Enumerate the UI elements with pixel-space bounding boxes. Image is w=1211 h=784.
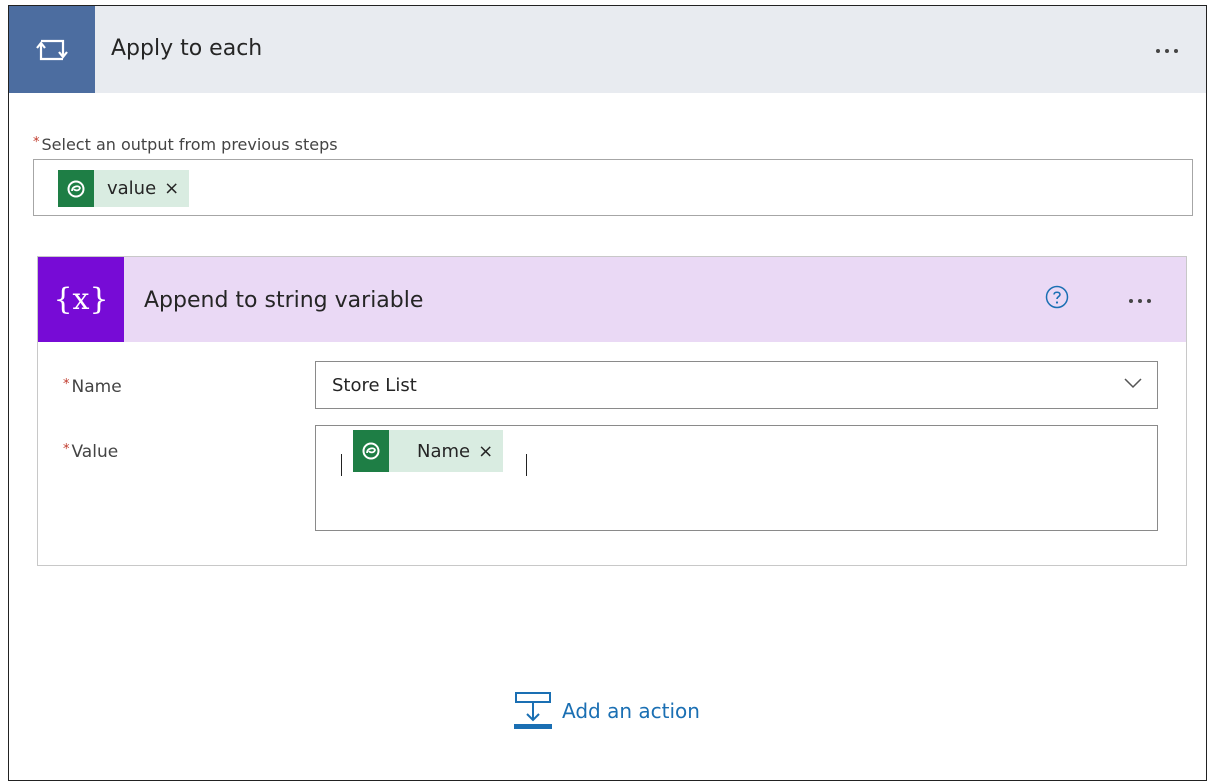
- name-token[interactable]: Name ×: [353, 430, 504, 472]
- apply-to-each-title: Apply to each: [111, 36, 263, 61]
- apply-to-each-card: Apply to each * Select an output from pre…: [8, 5, 1207, 781]
- value-input[interactable]: Name ×: [315, 425, 1158, 531]
- remove-token-icon[interactable]: ×: [164, 178, 179, 199]
- name-dropdown[interactable]: Store List: [315, 361, 1158, 409]
- value-token-label: value: [107, 178, 157, 199]
- remove-token-icon[interactable]: ×: [478, 441, 493, 462]
- text-caret: [526, 454, 527, 476]
- text-caret: [341, 454, 342, 476]
- value-token[interactable]: value ×: [58, 170, 190, 207]
- select-output-label: * Select an output from previous steps: [33, 135, 338, 154]
- add-action-icon: [514, 692, 552, 729]
- loop-icon: [9, 6, 95, 93]
- add-an-action-button[interactable]: Add an action: [514, 691, 700, 731]
- apply-more-options-icon[interactable]: [1156, 49, 1178, 53]
- append-title: Append to string variable: [144, 288, 424, 313]
- chevron-down-icon: [1124, 378, 1142, 389]
- required-mark: *: [33, 135, 40, 150]
- select-output-input[interactable]: value ×: [33, 159, 1193, 216]
- dataverse-icon: [58, 170, 94, 207]
- dataverse-icon: [353, 430, 389, 472]
- apply-to-each-header[interactable]: Apply to each: [9, 6, 1206, 93]
- append-to-string-variable-card: {x} Append to string variable * Name Stor…: [37, 256, 1187, 566]
- append-header[interactable]: {x} Append to string variable: [38, 257, 1186, 342]
- name-dropdown-value: Store List: [332, 375, 417, 396]
- append-more-options-icon[interactable]: [1129, 299, 1151, 303]
- variable-icon: {x}: [38, 257, 124, 342]
- value-field-label: * Value: [63, 442, 119, 462]
- add-an-action-label: Add an action: [562, 699, 700, 723]
- name-field-label: * Name: [63, 377, 122, 397]
- name-token-label: Name: [417, 440, 471, 462]
- help-icon[interactable]: [1045, 285, 1069, 309]
